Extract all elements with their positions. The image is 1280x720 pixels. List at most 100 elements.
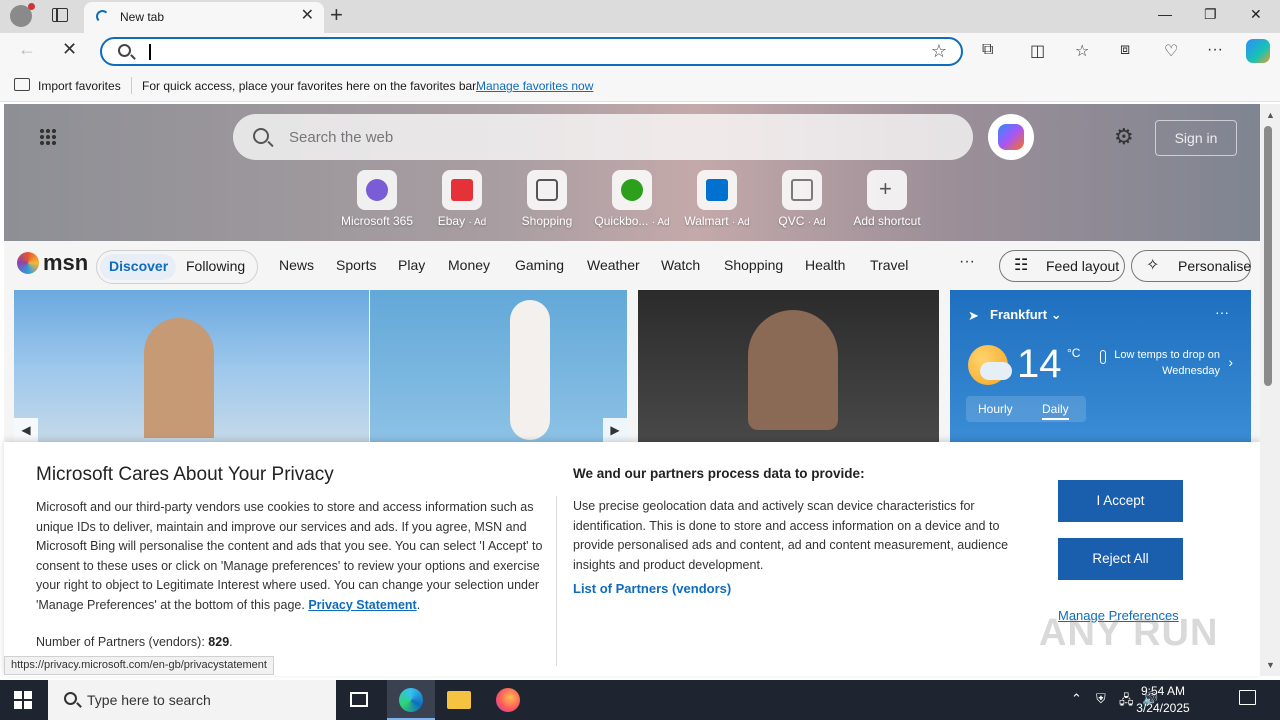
privacy-statement-link[interactable]: Privacy Statement: [308, 598, 416, 612]
shortcut-qvc[interactable]: QVC · Ad: [759, 170, 845, 228]
list-of-partners-link[interactable]: List of Partners (vendors): [573, 581, 731, 596]
scroll-up-icon[interactable]: ▲: [1266, 110, 1275, 120]
nav-shopping[interactable]: Shopping: [724, 257, 783, 273]
carousel-next-icon[interactable]: ▶: [603, 418, 627, 442]
browser-essentials-icon[interactable]: ♡: [1164, 41, 1178, 61]
weather-location[interactable]: Frankfurt ⌄: [990, 307, 1062, 323]
stop-loading-icon[interactable]: ✕: [62, 39, 77, 60]
news-card-yoga[interactable]: ◀: [14, 290, 369, 450]
shortcut-shopping[interactable]: Shopping: [504, 170, 590, 228]
text-caret: [149, 44, 151, 60]
tab-hourly[interactable]: Hourly: [978, 402, 1013, 416]
news-card-flamingo[interactable]: ▶: [370, 290, 627, 450]
taskbar-firefox[interactable]: [484, 680, 532, 720]
search-icon: [253, 128, 269, 144]
restore-icon[interactable]: ❐: [1204, 6, 1217, 23]
personalise-sparkle-icon: ✧: [1146, 257, 1160, 274]
split-screen-icon[interactable]: ◫: [1030, 41, 1045, 61]
windows-start-icon[interactable]: [14, 691, 32, 709]
network-icon[interactable]: 🖧: [1119, 691, 1134, 713]
back-arrow-icon[interactable]: ←: [18, 39, 36, 60]
shortcut-quickbooks[interactable]: Quickbo... · Ad: [589, 170, 675, 228]
nav-news[interactable]: News: [279, 257, 314, 273]
copilot-icon[interactable]: [1246, 39, 1270, 63]
carousel-prev-icon[interactable]: ◀: [14, 418, 38, 442]
system-clock[interactable]: 9:54 AM 3/24/2025: [1133, 683, 1193, 717]
scroll-down-icon[interactable]: ▼: [1266, 660, 1275, 670]
clock-date: 3/24/2025: [1136, 701, 1190, 715]
shortcut-ad: · Ad: [651, 217, 670, 228]
shortcut-microsoft-365[interactable]: Microsoft 365: [334, 170, 420, 228]
chevron-down-icon: ⌄: [1050, 307, 1062, 322]
app-launcher-icon[interactable]: [39, 128, 57, 146]
browser-titlebar: New tab ✕ + — ❐ ✕: [0, 0, 1280, 33]
task-view-button[interactable]: [336, 680, 384, 720]
shortcut-label: Walmart: [684, 214, 729, 228]
collections-icon[interactable]: ⧈: [1120, 41, 1130, 59]
news-card-fitness[interactable]: [638, 290, 939, 450]
weather-more-icon[interactable]: ···: [1215, 304, 1229, 320]
nav-money[interactable]: Money: [448, 257, 490, 273]
extensions-icon[interactable]: ⧉: [982, 41, 993, 59]
anyrun-watermark: ANY RUN: [1039, 612, 1219, 654]
temperature-unit[interactable]: °C: [1067, 346, 1080, 360]
profile-avatar-icon[interactable]: [10, 3, 35, 27]
manage-favorites-link[interactable]: Manage favorites now: [476, 79, 593, 93]
privacy-body: Microsoft and our third-party vendors us…: [36, 500, 543, 612]
location-arrow-icon: ➤: [968, 308, 979, 323]
show-hidden-icons-icon[interactable]: ⌃: [1071, 691, 1082, 707]
page-scrollbar[interactable]: ▲ ▼: [1260, 104, 1280, 676]
accept-button[interactable]: I Accept: [1058, 480, 1183, 522]
weather-card[interactable]: ➤ Frankfurt ⌄ ··· 14 °C Low temps to dro…: [950, 290, 1251, 450]
favorite-star-icon[interactable]: ☆: [931, 41, 947, 62]
personalise-button[interactable]: ✧ Personalise: [1131, 250, 1251, 282]
address-bar[interactable]: ☆: [100, 37, 963, 66]
nav-health[interactable]: Health: [805, 257, 845, 273]
sign-in-button[interactable]: Sign in: [1155, 120, 1237, 156]
copilot-orb-icon[interactable]: [988, 114, 1034, 160]
nav-weather[interactable]: Weather: [587, 257, 640, 273]
reject-all-button[interactable]: Reject All: [1058, 538, 1183, 580]
tab-following[interactable]: Following: [186, 258, 245, 274]
tab-daily[interactable]: Daily: [1042, 402, 1069, 420]
more-options-icon[interactable]: ···: [1207, 41, 1223, 59]
shortcut-add[interactable]: + Add shortcut: [844, 170, 930, 228]
thermometer-icon: [1100, 350, 1106, 364]
new-tab-plus-icon[interactable]: +: [330, 3, 343, 27]
close-tab-icon[interactable]: ✕: [301, 8, 314, 24]
settings-gear-icon[interactable]: ⚙: [1114, 124, 1134, 150]
taskbar-edge[interactable]: [387, 680, 435, 720]
loading-spinner-icon: [96, 10, 109, 23]
more-nav-icon[interactable]: ···: [959, 253, 975, 271]
shortcut-walmart[interactable]: Walmart · Ad: [674, 170, 760, 228]
nav-travel[interactable]: Travel: [870, 257, 908, 273]
tab-new-tab[interactable]: New tab ✕: [84, 2, 324, 33]
tab-discover[interactable]: Discover: [109, 258, 168, 274]
personalise-label: Personalise: [1178, 258, 1252, 274]
tab-actions-icon[interactable]: [52, 8, 68, 22]
scroll-thumb[interactable]: [1264, 126, 1272, 386]
nav-gaming[interactable]: Gaming: [515, 257, 564, 273]
microsoft-365-icon: [366, 179, 388, 201]
nav-watch[interactable]: Watch: [661, 257, 700, 273]
import-favorites-button[interactable]: Import favorites: [38, 79, 121, 93]
shortcut-ad: · Ad: [468, 217, 487, 228]
taskbar-search-box[interactable]: Type here to search: [48, 680, 336, 720]
favorites-icon[interactable]: ☆: [1075, 41, 1089, 61]
shortcut-ebay[interactable]: Ebay · Ad: [419, 170, 505, 228]
minimize-icon[interactable]: —: [1158, 6, 1172, 22]
nav-play[interactable]: Play: [398, 257, 425, 273]
notifications-icon[interactable]: [1239, 690, 1256, 705]
window-close-icon[interactable]: ✕: [1250, 6, 1262, 23]
partners-count: 829: [208, 635, 230, 649]
windows-taskbar: Type here to search ⌃ ⛨ 🖧 🔊 9:54 AM 3/24…: [0, 680, 1280, 720]
msn-logo[interactable]: msn: [43, 250, 88, 276]
security-icon[interactable]: ⛨: [1096, 691, 1106, 707]
chevron-right-icon[interactable]: ›: [1228, 354, 1233, 370]
taskbar-file-explorer[interactable]: [435, 680, 483, 720]
web-search-box[interactable]: Search the web: [233, 114, 973, 160]
nav-sports[interactable]: Sports: [336, 257, 376, 273]
feed-layout-button[interactable]: ☷ Feed layout: [999, 250, 1125, 282]
shortcut-label: Shopping: [521, 214, 573, 228]
plus-icon: +: [879, 176, 892, 201]
